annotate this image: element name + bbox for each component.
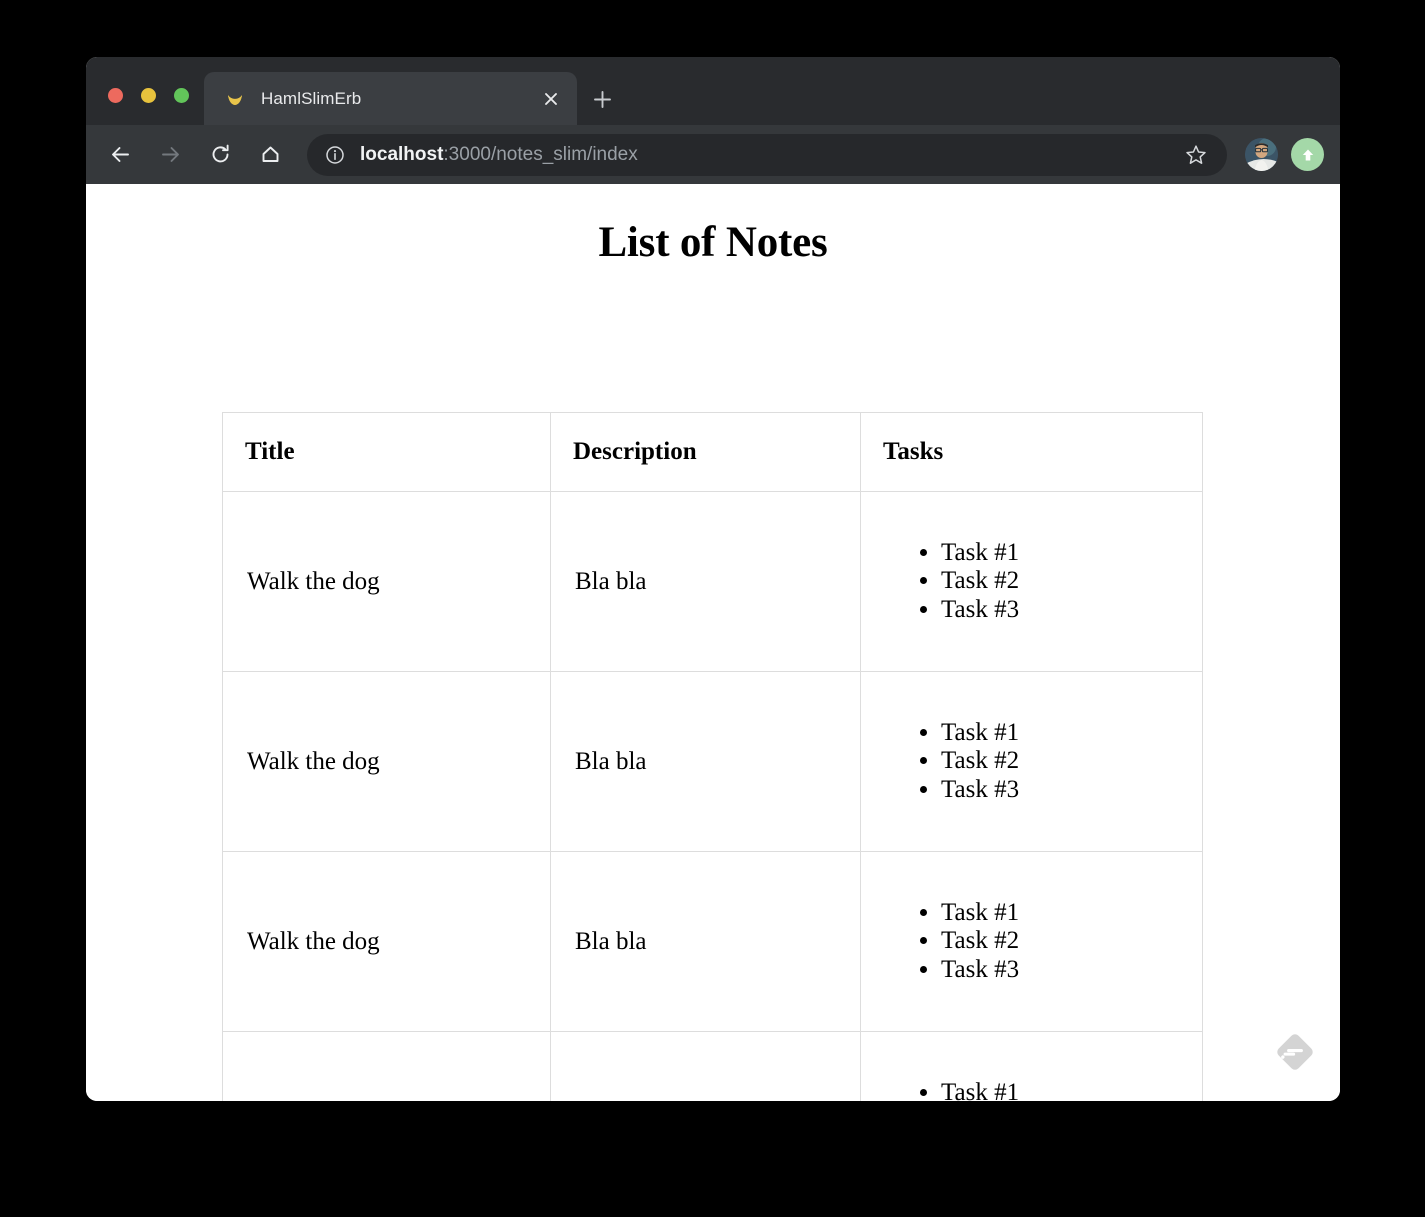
url-host: localhost xyxy=(360,144,443,165)
task-list-item: Task #2 xyxy=(941,927,1202,955)
browser-tab-active[interactable]: HamlSlimErb xyxy=(204,72,577,125)
cell-description: Bla bla xyxy=(551,1032,861,1102)
cell-description: Bla bla xyxy=(551,852,861,1032)
green-up-arrow-icon[interactable] xyxy=(1291,138,1324,171)
star-outline-icon[interactable] xyxy=(1179,138,1213,172)
cell-tasks: Task #1 Task #2 Task #3 xyxy=(861,1032,1203,1102)
minimize-window-button[interactable] xyxy=(141,88,156,103)
new-tab-button[interactable] xyxy=(586,83,618,115)
table-header: Title Description Tasks xyxy=(223,413,1203,492)
maximize-window-button[interactable] xyxy=(174,88,189,103)
table-row: Walk the dog Bla bla Task #1 Task #2 Tas… xyxy=(223,492,1203,672)
task-list-item: Task #3 xyxy=(941,596,1202,624)
task-list: Task #1 Task #2 Task #3 xyxy=(861,539,1202,624)
close-tab-button[interactable] xyxy=(536,84,566,114)
task-list-item: Task #3 xyxy=(941,776,1202,804)
url-path: :3000/notes_slim/index xyxy=(443,144,637,165)
table-row: Walk the dog Bla bla Task #1 Task #2 Tas… xyxy=(223,852,1203,1032)
crescent-moon-icon xyxy=(224,88,246,110)
cell-description: Bla bla xyxy=(551,672,861,852)
cell-tasks: Task #1 Task #2 Task #3 xyxy=(861,852,1203,1032)
column-header-title: Title xyxy=(223,413,551,492)
cell-title: Walk the dog xyxy=(223,672,551,852)
task-list: Task #1 Task #2 Task #3 xyxy=(861,1079,1202,1101)
task-list-item: Task #2 xyxy=(941,747,1202,775)
close-window-button[interactable] xyxy=(108,88,123,103)
column-header-description: Description xyxy=(551,413,861,492)
browser-toolbar: localhost:3000/notes_slim/index xyxy=(86,125,1340,184)
browser-window: HamlSlimErb xyxy=(86,57,1340,1101)
table-body: Walk the dog Bla bla Task #1 Task #2 Tas… xyxy=(223,492,1203,1102)
window-controls xyxy=(108,88,189,103)
address-bar[interactable]: localhost:3000/notes_slim/index xyxy=(307,134,1227,176)
table-header-row: Title Description Tasks xyxy=(223,413,1203,492)
cell-tasks: Task #1 Task #2 Task #3 xyxy=(861,492,1203,672)
page-content: List of Notes Title Description Tasks Wa… xyxy=(86,184,1340,1101)
task-list: Task #1 Task #2 Task #3 xyxy=(861,899,1202,984)
task-list: Task #1 Task #2 Task #3 xyxy=(861,719,1202,804)
column-header-tasks: Tasks xyxy=(861,413,1203,492)
profile-avatar[interactable] xyxy=(1245,138,1278,171)
task-list-item: Task #1 xyxy=(941,539,1202,567)
reload-icon[interactable] xyxy=(202,137,238,173)
home-icon[interactable] xyxy=(252,137,288,173)
cell-tasks: Task #1 Task #2 Task #3 xyxy=(861,672,1203,852)
tab-title: HamlSlimErb xyxy=(261,89,536,109)
task-list-item: Task #3 xyxy=(941,956,1202,984)
tab-strip: HamlSlimErb xyxy=(86,57,1340,125)
notes-table: Title Description Tasks Walk the dog Bla… xyxy=(222,412,1203,1101)
page-title: List of Notes xyxy=(86,184,1340,267)
table-row: Walk the dog Bla bla Task #1 Task #2 Tas… xyxy=(223,672,1203,852)
task-list-item: Task #1 xyxy=(941,719,1202,747)
info-circle-icon[interactable] xyxy=(324,144,346,166)
table-row: Walk the dog Bla bla Task #1 Task #2 Tas… xyxy=(223,1032,1203,1102)
task-list-item: Task #2 xyxy=(941,567,1202,595)
task-list-item: Task #1 xyxy=(941,899,1202,927)
task-list-item: Task #1 xyxy=(941,1079,1202,1101)
cell-title: Walk the dog xyxy=(223,492,551,672)
forward-arrow-icon[interactable] xyxy=(152,137,188,173)
cell-title: Walk the dog xyxy=(223,852,551,1032)
cell-description: Bla bla xyxy=(551,492,861,672)
cell-title: Walk the dog xyxy=(223,1032,551,1102)
url-text: localhost:3000/notes_slim/index xyxy=(360,144,1179,166)
back-arrow-icon[interactable] xyxy=(102,137,138,173)
feedly-logo-watermark[interactable] xyxy=(1272,1029,1318,1075)
